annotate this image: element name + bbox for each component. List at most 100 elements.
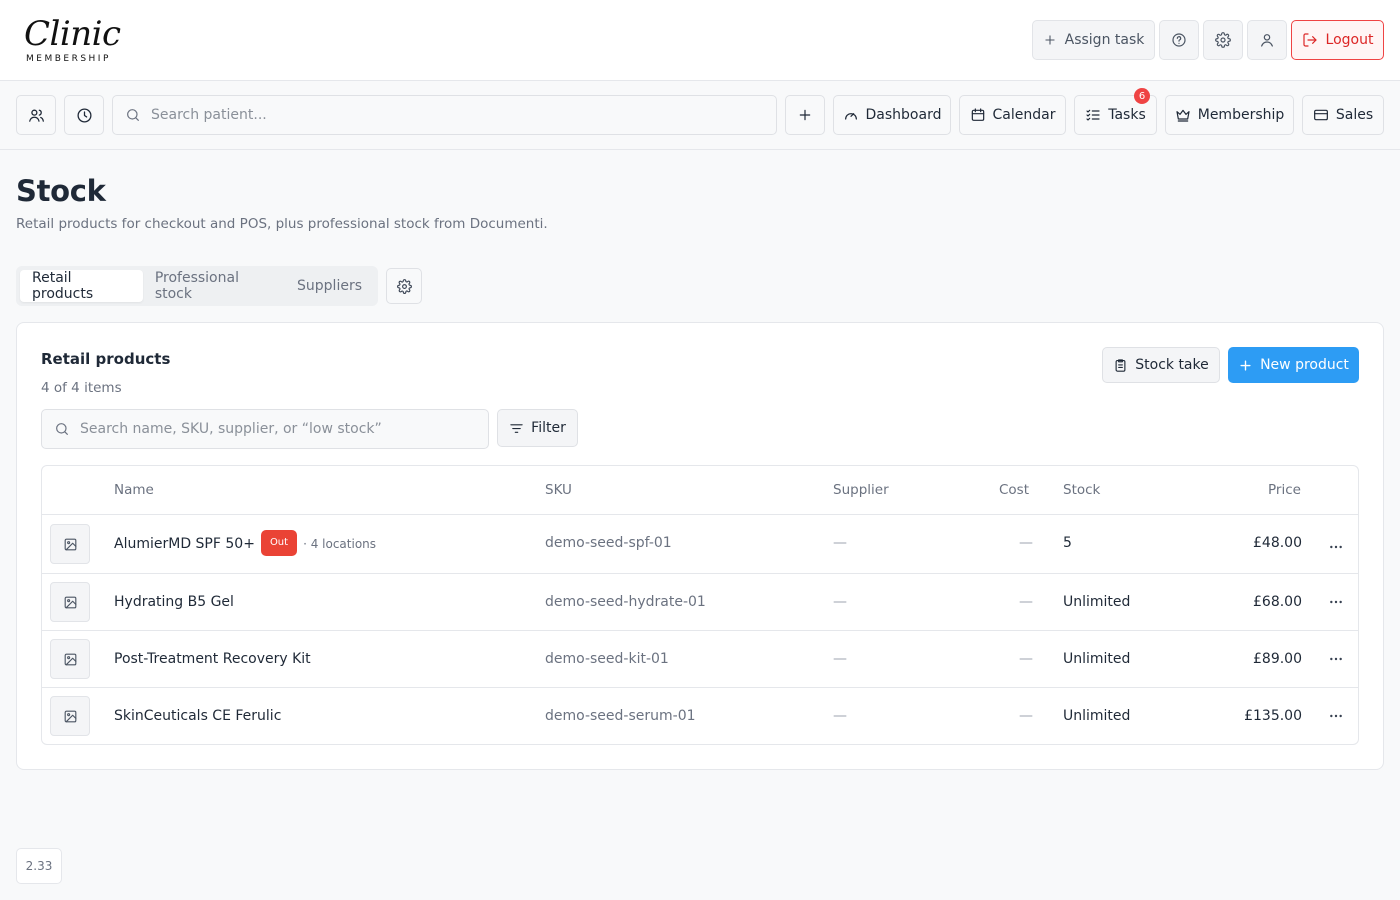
image-icon (63, 652, 78, 667)
assign-task-label: Assign task (1064, 32, 1145, 48)
col-sku[interactable]: SKU (545, 482, 572, 498)
assign-task-button[interactable]: Assign task (1032, 20, 1155, 60)
page-title: Stock (16, 174, 106, 208)
tab-suppliers[interactable]: Suppliers (285, 270, 374, 302)
product-supplier: — (833, 708, 847, 724)
new-product-button[interactable]: New product (1228, 347, 1359, 383)
stock-take-label: Stock take (1135, 357, 1209, 373)
table-row[interactable]: Hydrating B5 Gel demo-seed-hydrate-01 — … (42, 574, 1358, 631)
help-button[interactable] (1159, 20, 1199, 60)
nav-bar: Dashboard Calendar Tasks 6 Membership Sa… (0, 81, 1400, 150)
product-cost: — (1019, 594, 1033, 610)
col-name[interactable]: Name (114, 482, 154, 498)
plus-icon (1043, 33, 1057, 47)
product-name[interactable]: Post-Treatment Recovery Kit (114, 651, 311, 667)
nav-dashboard-label: Dashboard (865, 107, 942, 123)
patients-button[interactable] (16, 95, 56, 135)
product-sku: demo-seed-hydrate-01 (545, 594, 706, 610)
logout-button[interactable]: Logout (1291, 20, 1384, 60)
filter-label: Filter (531, 420, 566, 436)
retail-products-card: Retail products 4 of 4 items Stock take … (16, 322, 1384, 770)
image-icon (63, 709, 78, 724)
search-icon (125, 107, 141, 123)
add-button[interactable] (785, 95, 825, 135)
plus-icon (797, 107, 813, 123)
card-title: Retail products (41, 350, 171, 368)
tab-retail-products[interactable]: Retail products (20, 270, 143, 302)
more-horizontal-icon (1328, 651, 1344, 667)
product-search-input[interactable] (80, 421, 488, 437)
table-row[interactable]: SkinCeuticals CE Ferulic demo-seed-serum… (42, 688, 1358, 744)
image-icon (63, 537, 78, 552)
filter-button[interactable]: Filter (497, 409, 578, 447)
row-actions-button[interactable] (1328, 708, 1344, 724)
col-cost[interactable]: Cost (999, 482, 1029, 498)
product-name[interactable]: AlumierMD SPF 50+ (114, 536, 255, 552)
clipboard-icon (1113, 358, 1128, 373)
nav-sales[interactable]: Sales (1302, 95, 1384, 135)
plus-icon (1238, 358, 1253, 373)
product-price: £48.00 (1253, 535, 1302, 551)
tab-professional-stock[interactable]: Professional stock (143, 270, 285, 302)
patient-search-input[interactable] (151, 107, 776, 123)
product-stock: 5 (1063, 535, 1072, 551)
gauge-icon (843, 107, 859, 123)
product-sku: demo-seed-serum-01 (545, 708, 696, 724)
product-thumbnail (50, 639, 90, 679)
product-thumbnail (50, 582, 90, 622)
checklist-icon (1085, 107, 1101, 123)
profile-button[interactable] (1247, 20, 1287, 60)
product-cost: — (1019, 535, 1033, 551)
product-stock: Unlimited (1063, 708, 1131, 724)
col-stock[interactable]: Stock (1063, 482, 1100, 498)
gear-icon (1215, 32, 1231, 48)
stock-tabs: Retail products Professional stock Suppl… (16, 266, 378, 306)
clinic-logo[interactable]: Clinic MEMBERSHIP (16, 8, 130, 70)
table-header: Name SKU Supplier Cost Stock Price (42, 466, 1358, 515)
credit-card-icon (1313, 107, 1329, 123)
product-thumbnail (50, 524, 90, 564)
product-price: £135.00 (1244, 708, 1302, 724)
more-horizontal-icon (1328, 539, 1344, 555)
product-name[interactable]: Hydrating B5 Gel (114, 594, 234, 610)
nav-dashboard[interactable]: Dashboard (833, 95, 951, 135)
stock-take-button[interactable]: Stock take (1102, 347, 1220, 383)
patient-search[interactable] (112, 95, 777, 135)
nav-membership-label: Membership (1197, 107, 1285, 123)
row-actions-button[interactable] (1328, 594, 1344, 610)
filter-icon (509, 421, 524, 436)
products-table: Name SKU Supplier Cost Stock Price Alumi… (41, 465, 1359, 745)
more-horizontal-icon (1328, 708, 1344, 724)
tasks-count-badge: 6 (1134, 88, 1150, 104)
product-sku: demo-seed-kit-01 (545, 651, 669, 667)
col-price[interactable]: Price (1268, 482, 1301, 498)
gear-icon (396, 278, 412, 294)
settings-button[interactable] (1203, 20, 1243, 60)
locations-count: · 4 locations (303, 537, 377, 551)
product-search[interactable] (41, 409, 489, 449)
col-supplier[interactable]: Supplier (833, 482, 889, 498)
product-name-cell: AlumierMD SPF 50+ Out · 4 locations (114, 530, 377, 557)
product-cost: — (1019, 708, 1033, 724)
search-icon (54, 421, 70, 437)
nav-membership[interactable]: Membership (1165, 95, 1294, 135)
row-actions-button[interactable] (1328, 651, 1344, 667)
product-price: £68.00 (1253, 594, 1302, 610)
more-horizontal-icon (1328, 594, 1344, 610)
logout-label: Logout (1325, 32, 1374, 48)
product-stock: Unlimited (1063, 594, 1131, 610)
user-icon (1259, 32, 1275, 48)
table-row[interactable]: AlumierMD SPF 50+ Out · 4 locations demo-s… (42, 515, 1358, 574)
nav-tasks[interactable]: Tasks 6 (1074, 88, 1157, 135)
table-row[interactable]: Post-Treatment Recovery Kit demo-seed-ki… (42, 631, 1358, 688)
stock-settings-button[interactable] (386, 268, 422, 304)
product-cost: — (1019, 651, 1033, 667)
nav-calendar[interactable]: Calendar (959, 95, 1066, 135)
row-actions-button[interactable] (1328, 539, 1344, 555)
history-button[interactable] (64, 95, 104, 135)
product-supplier: — (833, 651, 847, 667)
users-icon (28, 107, 45, 124)
product-price: £89.00 (1253, 651, 1302, 667)
calendar-icon (970, 107, 986, 123)
product-name[interactable]: SkinCeuticals CE Ferulic (114, 708, 281, 724)
